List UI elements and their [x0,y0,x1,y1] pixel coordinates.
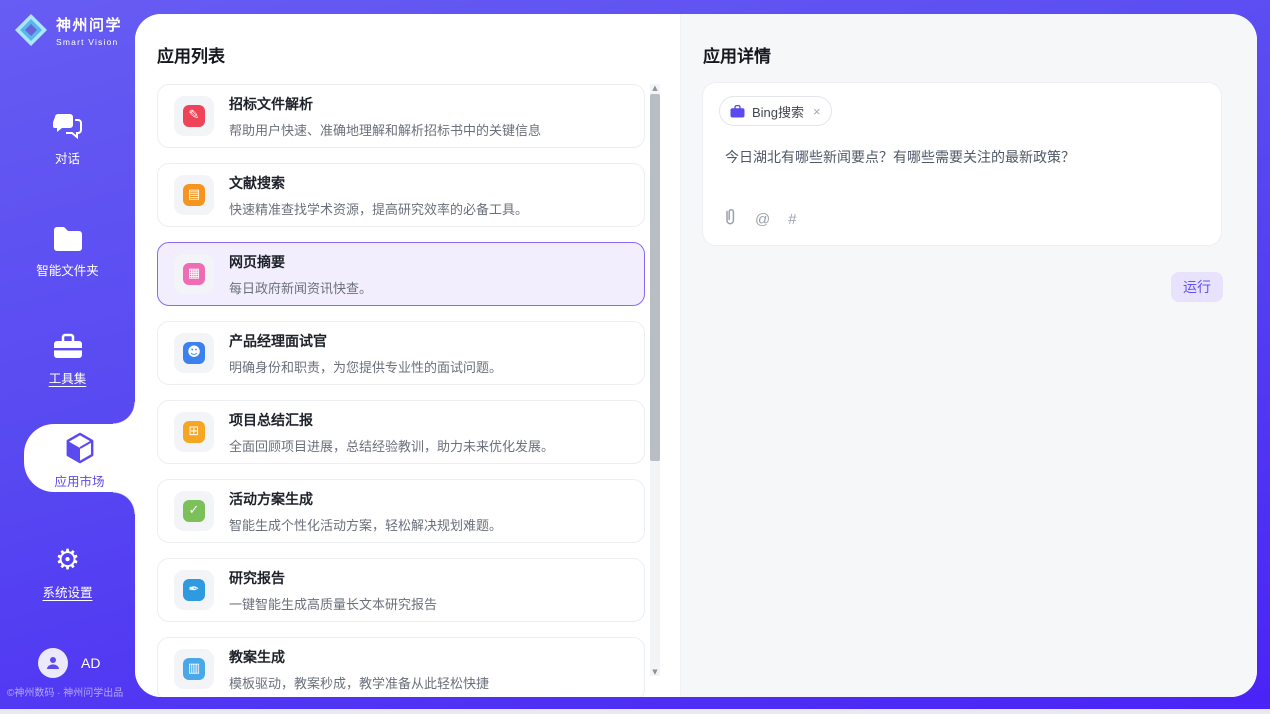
sidebar: 神州问学 Smart Vision 对话 智能文件夹 工具集 [0,0,135,714]
book-icon: ▤ [174,175,214,215]
app-item-desc: 每日政府新闻资讯快查。 [229,278,372,297]
sidebar-item-toolset[interactable]: 工具集 [0,330,135,387]
cube-icon [24,433,135,463]
mention-icon[interactable]: @ [755,211,770,228]
briefcase-icon [730,105,745,118]
sidebar-item-app-market[interactable]: 应用市场 [24,424,135,492]
app-detail-panel: 应用详情 Bing搜索 × 今日湖北有哪些新闻要点？有哪些需要关注的最新政策？ … [680,14,1257,697]
attachment-icon[interactable] [723,207,737,231]
scroll-down-icon[interactable]: ▼ [650,668,660,676]
list-item-activity-plan[interactable]: ✓ 活动方案生成 智能生成个性化活动方案，轻松解决规划难题。 [157,479,645,543]
app-root: { "brand": { "name": "神州问学", "subtitle":… [0,0,1270,714]
brand-logo: 神州问学 Smart Vision [14,13,122,47]
list-scrollbar[interactable]: ▲ ▼ [650,84,660,676]
prompt-card: Bing搜索 × 今日湖北有哪些新闻要点？有哪些需要关注的最新政策？ @ # [702,82,1222,246]
app-item-title: 研究报告 [229,568,437,588]
list-item-research-report[interactable]: ✒ 研究报告 一键智能生成高质量长文本研究报告 [157,558,645,622]
sidebar-item-smart-folder[interactable]: 智能文件夹 [0,222,135,279]
close-icon[interactable]: × [813,104,821,119]
app-item-desc: 明确身份和职责，为您提供专业性的面试问题。 [229,357,502,376]
toolbox-icon [0,330,135,360]
sidebar-item-label: 对话 [0,148,135,167]
app-item-desc: 智能生成个性化活动方案，轻松解决规划难题。 [229,515,502,534]
interviewer-person-icon: ☻ [174,333,214,373]
tool-chip-label: Bing搜索 [752,102,804,121]
list-item-lesson-plan[interactable]: ▥ 教案生成 模板驱动，教案秒成，教学准备从此轻松快捷 [157,637,645,697]
person-icon [45,655,61,671]
folder-icon [0,222,135,252]
app-item-desc: 模板驱动，教案秒成，教学准备从此轻松快捷 [229,673,489,692]
app-list: ✎ 招标文件解析 帮助用户快速、准确地理解和解析招标书中的关键信息 ▤ 文献搜索… [157,84,645,697]
bottom-edge-strip [0,709,1270,714]
sidebar-item-label: 应用市场 [24,471,135,490]
copyright-footer: ©神州数码 · 神州问学出品 [7,684,123,699]
scroll-up-icon[interactable]: ▲ [650,84,660,92]
app-detail-title: 应用详情 [703,42,771,67]
gear-icon: ⚙ [0,544,135,574]
brand-subtitle: Smart Vision [56,37,122,47]
app-item-title: 产品经理面试官 [229,331,502,351]
app-item-title: 网页摘要 [229,252,372,272]
app-item-desc: 帮助用户快速、准确地理解和解析招标书中的关键信息 [229,120,541,139]
app-item-desc: 一键智能生成高质量长文本研究报告 [229,594,437,613]
chat-icon [0,110,135,140]
sidebar-item-chat[interactable]: 对话 [0,110,135,167]
user-account[interactable]: AD [38,648,100,678]
app-item-desc: 全面回顾项目进展，总结经验教训，助力未来优化发展。 [229,436,554,455]
avatar[interactable] [38,648,68,678]
list-item-bid-analysis[interactable]: ✎ 招标文件解析 帮助用户快速、准确地理解和解析招标书中的关键信息 [157,84,645,148]
app-item-desc: 快速精准查找学术资源，提高研究效率的必备工具。 [229,199,528,218]
app-item-title: 文献搜索 [229,173,528,193]
diamond-logo-icon [14,13,48,47]
sidebar-item-label: 智能文件夹 [0,260,135,279]
browser-code-icon: ▦ [174,254,214,294]
scrollbar-thumb[interactable] [650,94,660,461]
brand-name: 神州问学 [56,14,122,35]
input-toolbar: @ # [723,207,797,231]
clipboard-check-icon: ✓ [174,491,214,531]
ink-pen-icon: ✒ [174,570,214,610]
sidebar-item-label: 工具集 [0,368,135,387]
list-item-project-summary[interactable]: ⊞ 项目总结汇报 全面回顾项目进展，总结经验教训，助力未来优化发展。 [157,400,645,464]
books-icon: ▥ [174,649,214,689]
list-item-web-summary[interactable]: ▦ 网页摘要 每日政府新闻资讯快查。 [157,242,645,306]
app-item-title: 教案生成 [229,647,489,667]
app-item-title: 活动方案生成 [229,489,502,509]
sidebar-item-label: 系统设置 [0,582,135,601]
main-content: 应用列表 ✎ 招标文件解析 帮助用户快速、准确地理解和解析招标书中的关键信息 ▤… [135,14,1257,697]
tool-chip-bing-search[interactable]: Bing搜索 × [719,96,832,126]
list-item-literature-search[interactable]: ▤ 文献搜索 快速精准查找学术资源，提高研究效率的必备工具。 [157,163,645,227]
edit-document-icon: ✎ [174,96,214,136]
prompt-input[interactable]: 今日湖北有哪些新闻要点？有哪些需要关注的最新政策？ [725,147,1197,168]
sidebar-item-settings[interactable]: ⚙ 系统设置 [0,544,135,601]
app-list-title: 应用列表 [157,42,225,67]
user-initials: AD [81,655,100,671]
list-item-pm-interviewer[interactable]: ☻ 产品经理面试官 明确身份和职责，为您提供专业性的面试问题。 [157,321,645,385]
app-item-title: 项目总结汇报 [229,410,554,430]
app-item-title: 招标文件解析 [229,94,541,114]
app-list-panel: 应用列表 ✎ 招标文件解析 帮助用户快速、准确地理解和解析招标书中的关键信息 ▤… [135,14,680,697]
hash-icon[interactable]: # [788,211,796,228]
run-button[interactable]: 运行 [1171,272,1223,302]
calendar-note-icon: ⊞ [174,412,214,452]
